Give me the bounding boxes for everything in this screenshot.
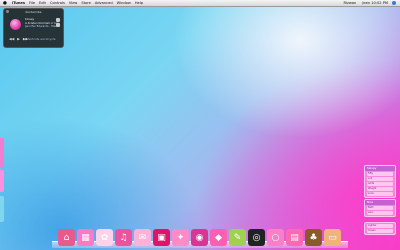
track-info: Kinsey A Kristen Kimmell cr Inco Jennife… <box>25 18 59 29</box>
panel-row[interactable]: Bath <box>367 206 393 210</box>
menu-store[interactable]: Store <box>81 1 91 5</box>
widget-side-buttons <box>56 18 60 32</box>
panel-row[interactable]: Amts <box>367 182 393 186</box>
side-panel: Nice Bath Aero <box>364 199 396 217</box>
pink-circle-icon[interactable]: ◉ <box>191 229 208 246</box>
track-artist: Jennifer Edwards - Memories <box>25 24 59 29</box>
user-label[interactable]: Rizwan <box>344 1 357 5</box>
menu-controls[interactable]: Controls <box>50 1 65 5</box>
panel-row[interactable]: Ocean <box>367 229 393 233</box>
widget-rating: Shortcuts are bicycle <box>26 37 56 41</box>
menu-file[interactable]: File <box>29 1 35 5</box>
menu-advanced[interactable]: Advanced <box>95 1 113 5</box>
menu-view[interactable]: View <box>69 1 78 5</box>
disc-icon[interactable]: ◎ <box>248 229 265 246</box>
folder-icon[interactable]: ▭ <box>324 229 341 246</box>
panel-row[interactable]: Weight <box>367 187 393 191</box>
panel-row[interactable]: Aero <box>367 211 393 215</box>
side-panel: Sloopy Fifty Lo2 Amts Weight Loca <box>364 165 396 198</box>
menubar-clock[interactable]: Jeen 10:02 PM <box>362 1 388 5</box>
side-button[interactable] <box>56 18 60 22</box>
bear-icon[interactable]: ♣ <box>305 229 322 246</box>
panel-title: Nice <box>365 200 395 205</box>
album-art-icon <box>10 19 21 30</box>
spotlight-icon[interactable] <box>392 1 396 5</box>
menu-app[interactable]: iTunes <box>12 1 25 5</box>
calendar-icon[interactable]: ▦ <box>77 229 94 246</box>
widget-title: Kontaimba <box>25 10 42 14</box>
side-panel: Lighter Ocean <box>364 222 396 235</box>
palette-icon[interactable]: ✎ <box>229 229 246 246</box>
apple-icon[interactable]: ● <box>2 1 8 6</box>
previous-icon[interactable]: ◀◀ <box>9 37 14 41</box>
desktop: ● iTunes File Edit Controls View Store A… <box>0 0 400 250</box>
tag-icon[interactable]: ◆ <box>210 229 227 246</box>
drawer-tab[interactable] <box>0 196 4 222</box>
hello-kitty-icon[interactable]: ✿ <box>96 229 113 246</box>
menu-edit[interactable]: Edit <box>39 1 46 5</box>
photo-icon[interactable]: ▤ <box>286 229 303 246</box>
dock: ⌂ ▦ ✿ ♫ ✉ ▣ ✦ ◉ ◆ ✎ ◎ ○ ▤ ♣ ▭ <box>58 228 341 246</box>
panel-row[interactable]: Loca <box>367 192 393 196</box>
home-icon[interactable]: ⌂ <box>58 229 75 246</box>
pinwheel-icon[interactable]: ✦ <box>172 229 189 246</box>
menu-window[interactable]: Window <box>117 1 131 5</box>
doc-icon[interactable]: ✉ <box>134 229 151 246</box>
drawer-tab[interactable] <box>0 138 4 168</box>
menu-bar: ● iTunes File Edit Controls View Store A… <box>0 0 400 7</box>
panel-row[interactable]: Fifty <box>367 172 393 176</box>
menu-help[interactable]: Help <box>135 1 143 5</box>
clapper-icon[interactable]: ▣ <box>153 229 170 246</box>
drawer-tab[interactable] <box>0 170 4 192</box>
play-icon[interactable]: ▶ <box>17 37 20 41</box>
side-button[interactable] <box>56 23 60 27</box>
panel-row[interactable]: Lighter <box>367 224 393 228</box>
panel-title: Sloopy <box>365 166 395 171</box>
now-playing-widget: Kontaimba Kinsey A Kristen Kimmell cr In… <box>3 8 64 48</box>
ring-icon[interactable]: ○ <box>267 229 284 246</box>
itunes-icon[interactable]: ♫ <box>115 229 132 246</box>
panel-row[interactable]: Lo2 <box>367 177 393 181</box>
